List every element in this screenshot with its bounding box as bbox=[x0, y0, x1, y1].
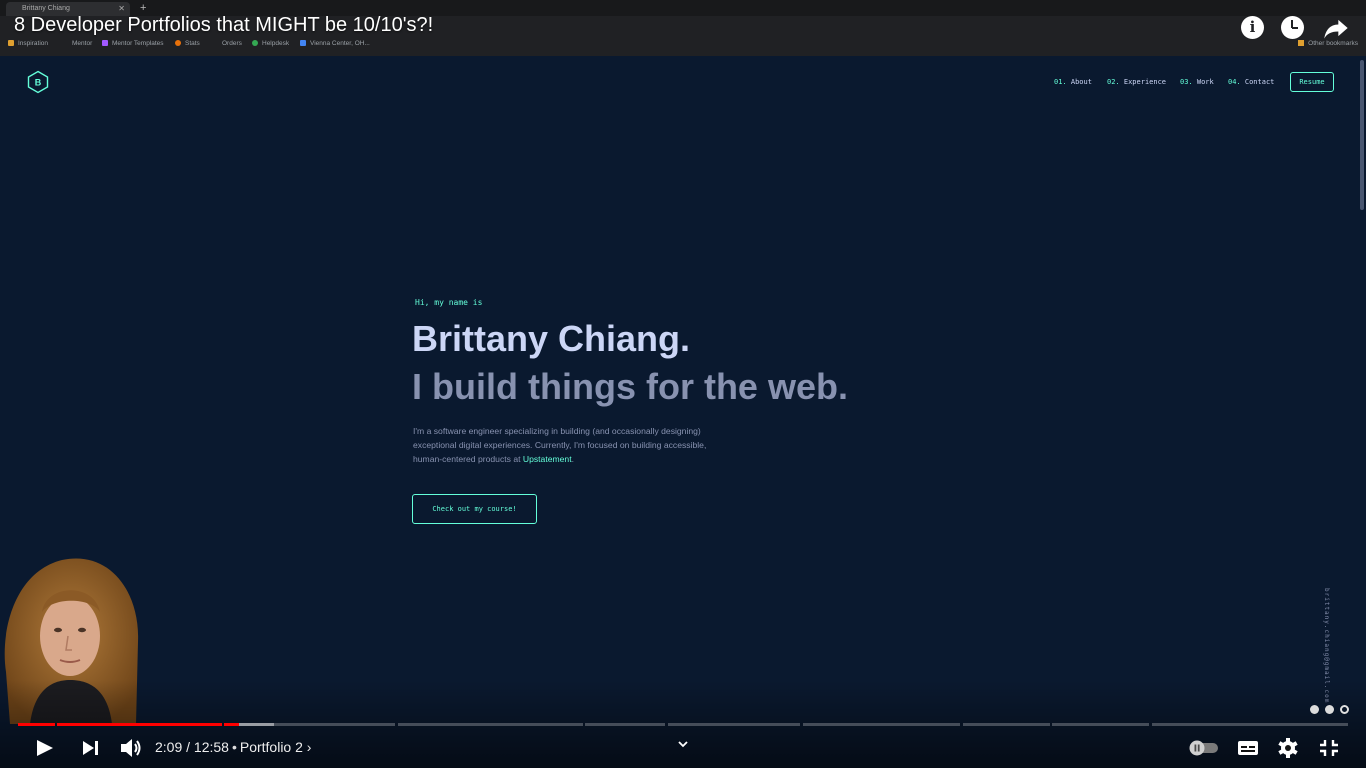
chapter-title[interactable]: Portfolio 2 bbox=[240, 739, 303, 755]
folder-icon bbox=[8, 40, 14, 46]
course-cta-button[interactable]: Check out my course! bbox=[412, 494, 537, 524]
new-tab-button[interactable]: + bbox=[140, 2, 146, 14]
chapter-segment[interactable] bbox=[963, 723, 1050, 726]
watch-later-icon[interactable] bbox=[1281, 16, 1304, 39]
played-fill bbox=[18, 723, 55, 726]
video-progress-bar[interactable] bbox=[18, 723, 1348, 727]
browser-tab-title: Brittany Chiang bbox=[22, 5, 70, 12]
share-icon[interactable] bbox=[1322, 14, 1350, 42]
nav-item-experience[interactable]: 02. Experience bbox=[1107, 78, 1166, 86]
chapter-segment[interactable] bbox=[668, 723, 800, 726]
player-controls: 2:09 / 12:58 • Portfolio 2 › bbox=[0, 732, 1366, 764]
hero-name: Brittany Chiang. bbox=[412, 318, 691, 359]
page-scrollbar[interactable] bbox=[1360, 60, 1364, 210]
hero-tagline: I build things for the web. bbox=[412, 366, 848, 407]
carousel-dots bbox=[1310, 705, 1350, 715]
chapter-segment[interactable] bbox=[18, 723, 55, 726]
bookmark-helpdesk[interactable]: Helpdesk bbox=[252, 40, 289, 47]
bookmarks-bar: Inspiration Mentor Mentor Templates Stat… bbox=[0, 38, 1366, 52]
chapter-segment[interactable] bbox=[1152, 723, 1348, 726]
hero-greeting: Hi, my name is bbox=[415, 298, 483, 307]
chapter-segment-current[interactable] bbox=[224, 723, 395, 726]
chapter-segment[interactable] bbox=[57, 723, 222, 726]
separator-dot: • bbox=[231, 739, 237, 755]
chapter-segment[interactable] bbox=[803, 723, 960, 726]
resume-button[interactable]: Resume bbox=[1290, 72, 1334, 92]
info-icon[interactable]: i bbox=[1241, 16, 1264, 39]
bookmark-stats[interactable]: Stats bbox=[175, 40, 200, 47]
next-icon[interactable] bbox=[80, 732, 102, 764]
played-fill bbox=[57, 723, 222, 726]
chapter-segment[interactable] bbox=[1052, 723, 1149, 726]
bookmark-mentor-templates[interactable]: Mentor Templates bbox=[102, 40, 164, 47]
gear-icon[interactable] bbox=[1276, 732, 1300, 764]
chapter-segment[interactable] bbox=[585, 723, 665, 726]
portfolio-page: B 01. About 02. Experience 03. Work 04. … bbox=[0, 56, 1366, 768]
autoplay-toggle[interactable] bbox=[1186, 732, 1222, 764]
video-title[interactable]: 8 Developer Portfolios that MIGHT be 10/… bbox=[14, 14, 433, 37]
nav-item-about[interactable]: 01. About bbox=[1054, 78, 1092, 86]
subtitles-icon[interactable] bbox=[1236, 732, 1260, 764]
upstatement-link[interactable]: Upstatement bbox=[523, 454, 572, 464]
carousel-dot[interactable] bbox=[1310, 705, 1319, 714]
map-icon bbox=[300, 40, 306, 46]
bookmark-vienna-center[interactable]: Vienna Center, OH... bbox=[300, 40, 370, 47]
play-icon[interactable] bbox=[32, 732, 56, 764]
logo-letter: B bbox=[35, 78, 42, 88]
chapter-segment[interactable] bbox=[398, 723, 583, 726]
helpdesk-icon bbox=[252, 40, 258, 46]
bookmark-inspiration[interactable]: Inspiration bbox=[8, 40, 48, 47]
carousel-dot-active[interactable] bbox=[1340, 705, 1349, 714]
bookmark-mentor[interactable]: Mentor bbox=[72, 40, 92, 47]
figma-icon bbox=[102, 40, 108, 46]
site-nav: 01. About 02. Experience 03. Work 04. Co… bbox=[1054, 72, 1334, 94]
video-overlay-actions: i bbox=[1230, 14, 1350, 42]
time-and-chapter: 2:09 / 12:58 • Portfolio 2 › bbox=[155, 739, 311, 755]
bookmark-orders[interactable]: Orders bbox=[222, 40, 242, 47]
chevron-down-icon[interactable] bbox=[676, 737, 690, 751]
nav-item-contact[interactable]: 04. Contact bbox=[1228, 78, 1274, 86]
exit-fullscreen-icon[interactable] bbox=[1316, 732, 1342, 764]
logo-hexagon-icon[interactable]: B bbox=[26, 70, 50, 94]
time-display: 2:09 / 12:58 bbox=[155, 739, 229, 755]
stats-icon bbox=[175, 40, 181, 46]
carousel-dot[interactable] bbox=[1325, 705, 1334, 714]
chapter-chevron-icon[interactable]: › bbox=[307, 739, 312, 755]
hero-description: I'm a software engineer specializing in … bbox=[413, 426, 707, 464]
volume-icon[interactable] bbox=[118, 732, 144, 764]
played-fill bbox=[224, 723, 239, 726]
nav-item-work[interactable]: 03. Work bbox=[1180, 78, 1214, 86]
